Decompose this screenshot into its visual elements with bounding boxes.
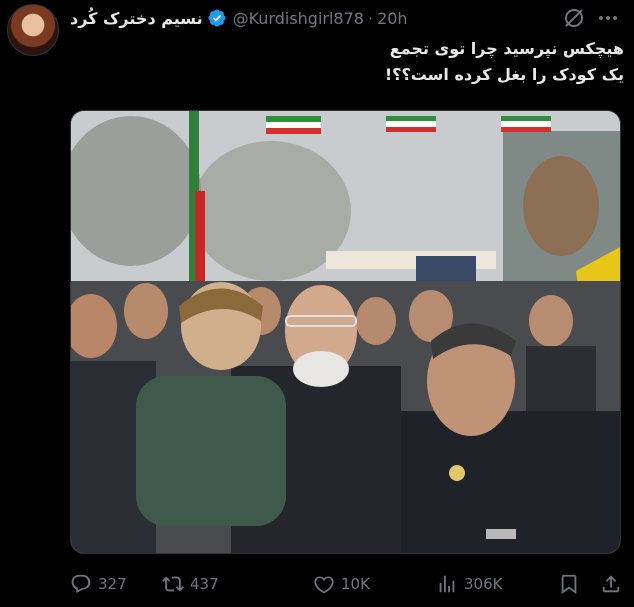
avatar[interactable] (7, 4, 59, 56)
tweet-text-line: یک کودک را بغل کرده است؟؟! (384, 65, 624, 84)
tweet-header: نسیم دخترک کُرد @Kurdishgirl878 · 20h (70, 7, 408, 29)
more-icon[interactable] (596, 6, 620, 30)
action-bar: 327 437 10K 306K (70, 570, 626, 598)
like-button[interactable]: 10K (313, 570, 370, 598)
retweet-count: 437 (190, 575, 219, 593)
grok-icon[interactable] (562, 6, 586, 30)
views-count: 306K (464, 575, 503, 593)
bookmark-button[interactable] (558, 570, 586, 598)
separator-dot: · (367, 8, 374, 28)
bookmark-icon (561, 574, 577, 595)
tweet-text: هیچکس نپرسید چرا توی تجمع یک کودک را بغل… (84, 36, 624, 88)
timestamp[interactable]: 20h (377, 9, 408, 28)
tweet[interactable]: نسیم دخترک کُرد @Kurdishgirl878 · 20h هی… (0, 0, 634, 607)
tweet-text-line: هیچکس نپرسید چرا توی تجمع (389, 39, 624, 58)
user-handle[interactable]: @Kurdishgirl878 (233, 9, 364, 28)
reply-icon (71, 574, 91, 593)
retweet-button[interactable]: 437 (162, 570, 219, 598)
heart-icon (314, 576, 334, 594)
retweet-icon (162, 576, 184, 592)
tweet-photo[interactable] (70, 110, 621, 554)
reply-count: 327 (98, 575, 127, 593)
photo-illustration (71, 111, 620, 553)
views-button[interactable]: 306K (436, 570, 502, 598)
like-count: 10K (341, 575, 370, 593)
share-button[interactable] (600, 570, 628, 598)
display-name[interactable]: نسیم دخترک کُرد (70, 9, 203, 28)
views-icon (439, 575, 455, 593)
share-icon (602, 575, 620, 593)
verified-badge-icon (207, 8, 227, 28)
reply-button[interactable]: 327 (70, 570, 127, 598)
